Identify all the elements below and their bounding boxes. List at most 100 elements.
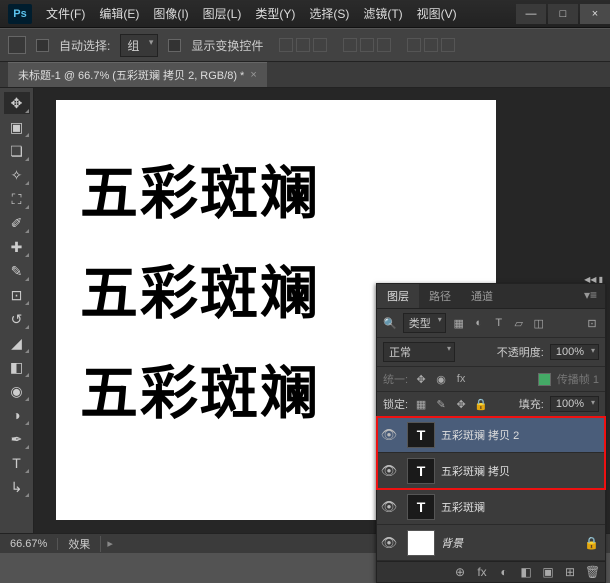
new-layer-icon[interactable]: ⊞ [563,565,577,579]
auto-select-label: 自动选择: [59,37,110,54]
unify-style-icon[interactable]: fx [454,373,468,385]
canvas-text-1[interactable]: 五彩斑斓 [80,146,320,230]
opacity-value-dropdown[interactable]: 100% [550,344,599,360]
fx-icon[interactable]: fx [475,565,489,579]
window-minimize[interactable]: — [516,4,546,24]
stamp-tool[interactable]: ⊡ [4,284,30,306]
visibility-icon[interactable]: 👁 [377,427,401,443]
window-close[interactable]: × [580,4,610,24]
canvas-text-2[interactable]: 五彩斑斓 [80,246,320,330]
menu-filter[interactable]: 滤镜(T) [357,1,408,26]
filter-adjust-icon[interactable]: ◐ [472,317,486,329]
lock-all-icon[interactable]: 🔒 [474,398,488,411]
fill-label: 填充: [519,396,544,412]
layer-thumb-type: T [407,422,435,448]
crop-tool[interactable]: ⛶ [4,188,30,210]
type-tool[interactable]: T [4,452,30,474]
filter-pixel-icon[interactable]: ▦ [452,317,466,330]
menu-view[interactable]: 视图(V) [411,1,463,26]
visibility-icon[interactable]: 👁 [377,499,401,515]
unify-pos-icon[interactable]: ✥ [414,373,428,386]
document-tab[interactable]: 未标题-1 @ 66.7% (五彩斑斓 拷贝 2, RGB/8) * × [8,62,267,87]
filter-kind-dropdown[interactable]: 类型 [403,313,446,333]
document-tab-title: 未标题-1 @ 66.7% (五彩斑斓 拷贝 2, RGB/8) * [18,67,244,83]
delete-layer-icon[interactable]: 🗑 [585,565,599,579]
lock-label: 锁定: [383,396,408,412]
menu-image[interactable]: 图像(I) [147,1,194,26]
blur-tool[interactable]: ◉ [4,380,30,402]
menu-edit[interactable]: 编辑(E) [93,1,145,26]
eraser-tool[interactable]: ◢ [4,332,30,354]
tab-paths[interactable]: 路径 [419,284,461,308]
lock-trans-icon[interactable]: ▦ [414,398,428,411]
pen-tool[interactable]: ✒ [4,428,30,450]
auto-select-target-dropdown[interactable]: 组 [120,34,158,57]
visibility-icon[interactable]: 👁 [377,463,401,479]
window-maximize[interactable]: □ [548,4,578,24]
layer-name[interactable]: 五彩斑斓 [441,499,485,515]
menu-type[interactable]: 类型(Y) [249,1,301,26]
filter-type-icon[interactable]: T [492,317,506,329]
move-tool-icon[interactable] [8,36,26,54]
layer-thumb-type: T [407,458,435,484]
filter-toggle-icon[interactable]: ⊡ [585,317,599,330]
link-layers-icon[interactable]: ⊕ [453,565,467,579]
visibility-icon[interactable]: 👁 [377,535,401,551]
adjustment-icon[interactable]: ◧ [519,565,533,579]
dodge-tool[interactable]: ◑ [4,404,30,426]
panel-footer: ⊕ fx ◐ ◧ ▣ ⊞ 🗑 [377,561,605,582]
status-fx[interactable]: 效果 [58,536,101,552]
lock-pixel-icon[interactable]: ✎ [434,398,448,411]
propagate-checkbox[interactable] [538,373,551,386]
lasso-tool[interactable]: ❏ [4,140,30,162]
close-tab-icon[interactable]: × [250,69,256,81]
show-transform-label: 显示变换控件 [191,37,263,54]
group-icon[interactable]: ▣ [541,565,555,579]
path-tool[interactable]: ↳ [4,476,30,498]
marquee-tool[interactable]: ▣ [4,116,30,138]
unify-label: 统一: [383,371,408,387]
titlebar: Ps 文件(F) 编辑(E) 图像(I) 图层(L) 类型(Y) 选择(S) 滤… [0,0,610,28]
opacity-label: 不透明度: [497,344,544,360]
layers-list: 👁 T 五彩斑斓 拷贝 2 👁 T 五彩斑斓 拷贝 👁 T 五彩斑斓 👁 背景 … [377,417,605,561]
panel-menu-icon[interactable]: ▾≡ [576,284,605,308]
filter-shape-icon[interactable]: ▱ [512,317,526,330]
tab-channels[interactable]: 通道 [461,284,503,308]
heal-tool[interactable]: ✚ [4,236,30,258]
eyedropper-tool[interactable]: ✐ [4,212,30,234]
menu-select[interactable]: 选择(S) [303,1,355,26]
filter-icon[interactable]: 🔍 [383,317,397,330]
layer-name[interactable]: 五彩斑斓 拷贝 [441,463,510,479]
canvas-text-3[interactable]: 五彩斑斓 [80,346,320,430]
lock-pos-icon[interactable]: ✥ [454,398,468,411]
menu-file[interactable]: 文件(F) [40,1,91,26]
app-logo: Ps [8,4,32,24]
history-brush-tool[interactable]: ↺ [4,308,30,330]
layer-thumb-bg [407,530,435,556]
unify-vis-icon[interactable]: ◉ [434,373,448,386]
panel-collapse-icon[interactable]: ◀◀ ▮ [584,275,603,284]
menubar: 文件(F) 编辑(E) 图像(I) 图层(L) 类型(Y) 选择(S) 滤镜(T… [40,1,463,26]
menu-layer[interactable]: 图层(L) [197,1,248,26]
tab-layers[interactable]: 图层 [377,284,419,308]
move-tool[interactable]: ✥ [4,92,30,114]
brush-tool[interactable]: ✎ [4,260,30,282]
auto-select-checkbox[interactable] [36,39,49,52]
document-tab-bar: 未标题-1 @ 66.7% (五彩斑斓 拷贝 2, RGB/8) * × [0,62,610,88]
zoom-level[interactable]: 66.67% [0,538,58,550]
layers-panel: ◀◀ ▮ 图层 路径 通道 ▾≡ 🔍 类型 ▦ ◐ T ▱ ◫ ⊡ 正常 不透明… [376,283,606,583]
filter-smart-icon[interactable]: ◫ [532,317,546,330]
layer-name[interactable]: 五彩斑斓 拷贝 2 [441,427,519,443]
layer-row[interactable]: 👁 T 五彩斑斓 [377,489,605,525]
propagate-label: 传播帧 1 [557,371,599,387]
layer-row[interactable]: 👁 T 五彩斑斓 拷贝 2 [377,417,605,453]
layer-row[interactable]: 👁 背景 🔒 [377,525,605,561]
layer-name[interactable]: 背景 [441,535,463,551]
fill-value-dropdown[interactable]: 100% [550,396,599,412]
wand-tool[interactable]: ✧ [4,164,30,186]
mask-icon[interactable]: ◐ [497,565,511,579]
blend-mode-dropdown[interactable]: 正常 [383,342,455,362]
layer-row[interactable]: 👁 T 五彩斑斓 拷贝 [377,453,605,489]
gradient-tool[interactable]: ◧ [4,356,30,378]
show-transform-checkbox[interactable] [168,39,181,52]
